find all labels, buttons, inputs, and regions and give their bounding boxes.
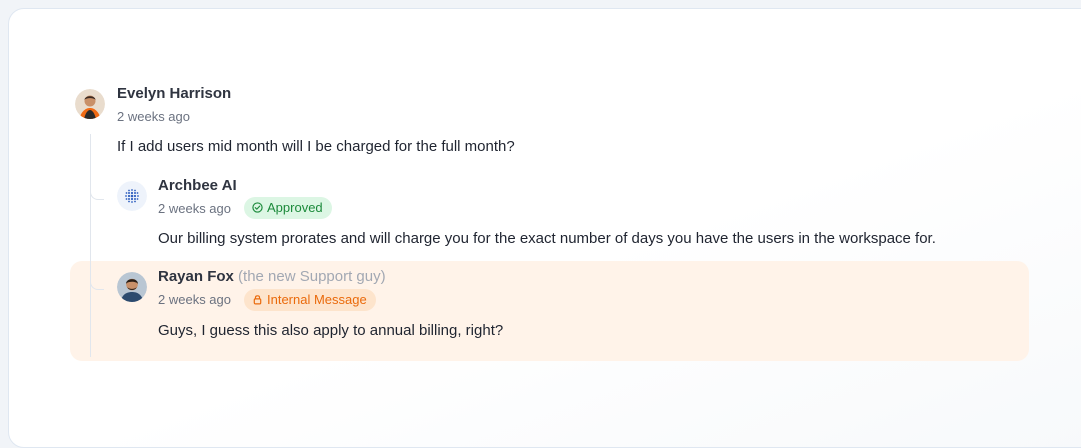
comment-timestamp: 2 weeks ago xyxy=(117,109,190,124)
reply-branch-connector xyxy=(90,186,104,200)
reply-author[interactable]: Rayan Fox (the new Support guy) xyxy=(158,268,386,285)
internal-message-badge: Internal Message xyxy=(244,289,376,311)
reply-timestamp: 2 weeks ago xyxy=(158,292,231,307)
author-role-note: (the new Support guy) xyxy=(238,268,386,285)
reply-timestamp: 2 weeks ago xyxy=(158,201,231,216)
reply-text: Guys, I guess this also apply to annual … xyxy=(158,322,504,339)
approved-badge: Approved xyxy=(244,197,332,219)
thread-line xyxy=(90,134,91,357)
comment-thread-card xyxy=(8,8,1081,448)
avatar-evelyn-harrison[interactable] xyxy=(75,89,105,119)
archbee-ai-avatar[interactable] xyxy=(117,181,147,211)
comment-text: If I add users mid month will I be charg… xyxy=(117,138,515,155)
reply-text: Our billing system prorates and will cha… xyxy=(158,230,936,247)
check-circle-icon xyxy=(252,198,263,220)
comment-author[interactable]: Evelyn Harrison xyxy=(117,85,231,102)
reply-branch-connector xyxy=(90,276,104,290)
reply-author[interactable]: Archbee AI xyxy=(158,177,237,194)
avatar-rayan-fox[interactable] xyxy=(117,272,147,302)
lock-icon xyxy=(252,290,263,312)
